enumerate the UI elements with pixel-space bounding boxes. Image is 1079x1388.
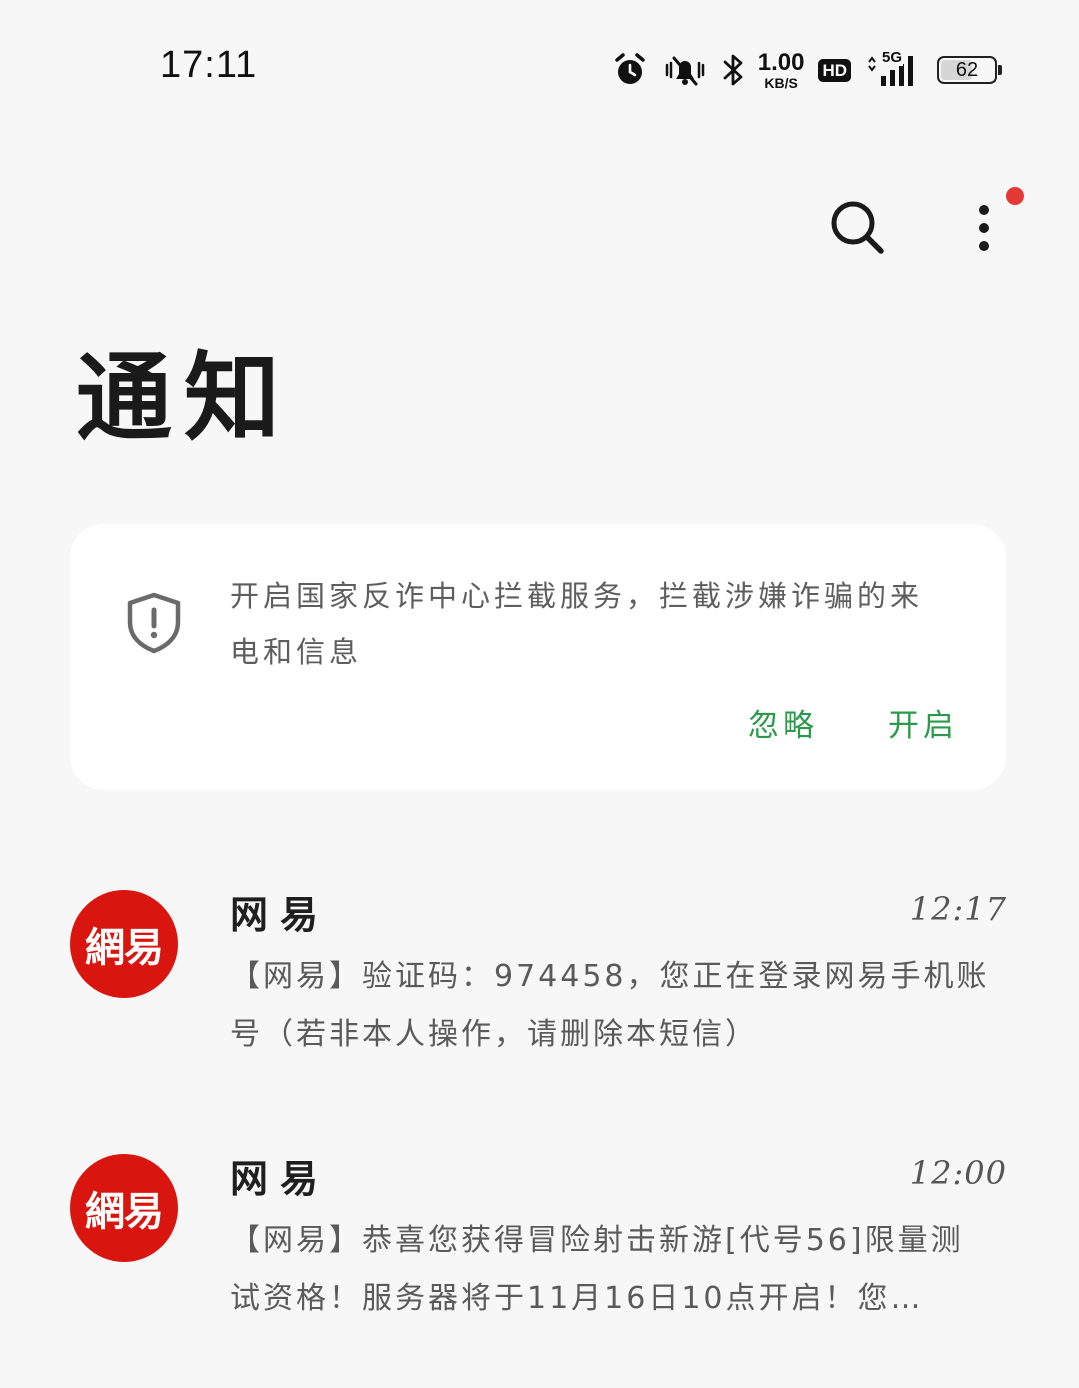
shield-alert-icon [126,592,182,658]
sender-name: 网易 [230,893,331,937]
message-time: 12:00 [909,1154,1007,1192]
net-speed-unit: KB/S [764,74,798,91]
notification-dot-badge [1006,187,1024,205]
hd-badge: HD [818,58,851,82]
search-icon [828,198,888,262]
search-button[interactable] [818,190,898,270]
message-preview: 【网易】验证码：974458，您正在登录网易手机账号（若非本人操作，请删除本短信… [230,959,990,1052]
anti-fraud-card: 开启国家反诈中心拦截服务，拦截涉嫌诈骗的来电和信息 忽略 开启 [70,524,1006,790]
bluetooth-icon [722,52,744,88]
network-type: 5G [881,49,904,66]
sender-avatar: 網易 [70,1154,178,1262]
sender-name: 网易 [230,1157,331,1201]
notifications-screen: 17:11 1.00 KB/S HD 5G 62 通知 开启国家反诈中心拦截服务… [0,0,1079,1388]
page-title: 通知 [76,341,292,454]
message-item[interactable]: 網易 网易 12:00 【网易】恭喜您获得冒险射击新游[代号56]限量测试资格！… [0,1148,1079,1348]
alarm-icon [612,52,648,88]
message-time: 12:17 [909,890,1007,928]
battery-level: 62 [955,58,979,81]
sender-avatar: 網易 [70,890,178,998]
anti-fraud-text: 开启国家反诈中心拦截服务，拦截涉嫌诈骗的来电和信息 [230,579,924,669]
ignore-button[interactable]: 忽略 [748,700,818,745]
net-speed-value: 1.00 [757,48,805,76]
message-item[interactable]: 網易 网易 12:17 【网易】验证码：974458，您正在登录网易手机账号（若… [0,884,1079,1084]
enable-button[interactable]: 开启 [888,700,958,745]
signal-icon: 5G [865,49,923,88]
message-preview: 【网易】恭喜您获得冒险射击新游[代号56]限量测试资格！服务器将于11月16日1… [230,1223,964,1316]
net-speed: 1.00 KB/S [757,48,805,91]
more-vertical-icon [974,202,994,258]
status-time: 17:11 [160,44,258,86]
battery-icon: 62 [937,56,1002,84]
status-icons: 1.00 KB/S HD 5G 62 [612,46,1002,94]
mute-vibrate-icon [662,53,708,87]
